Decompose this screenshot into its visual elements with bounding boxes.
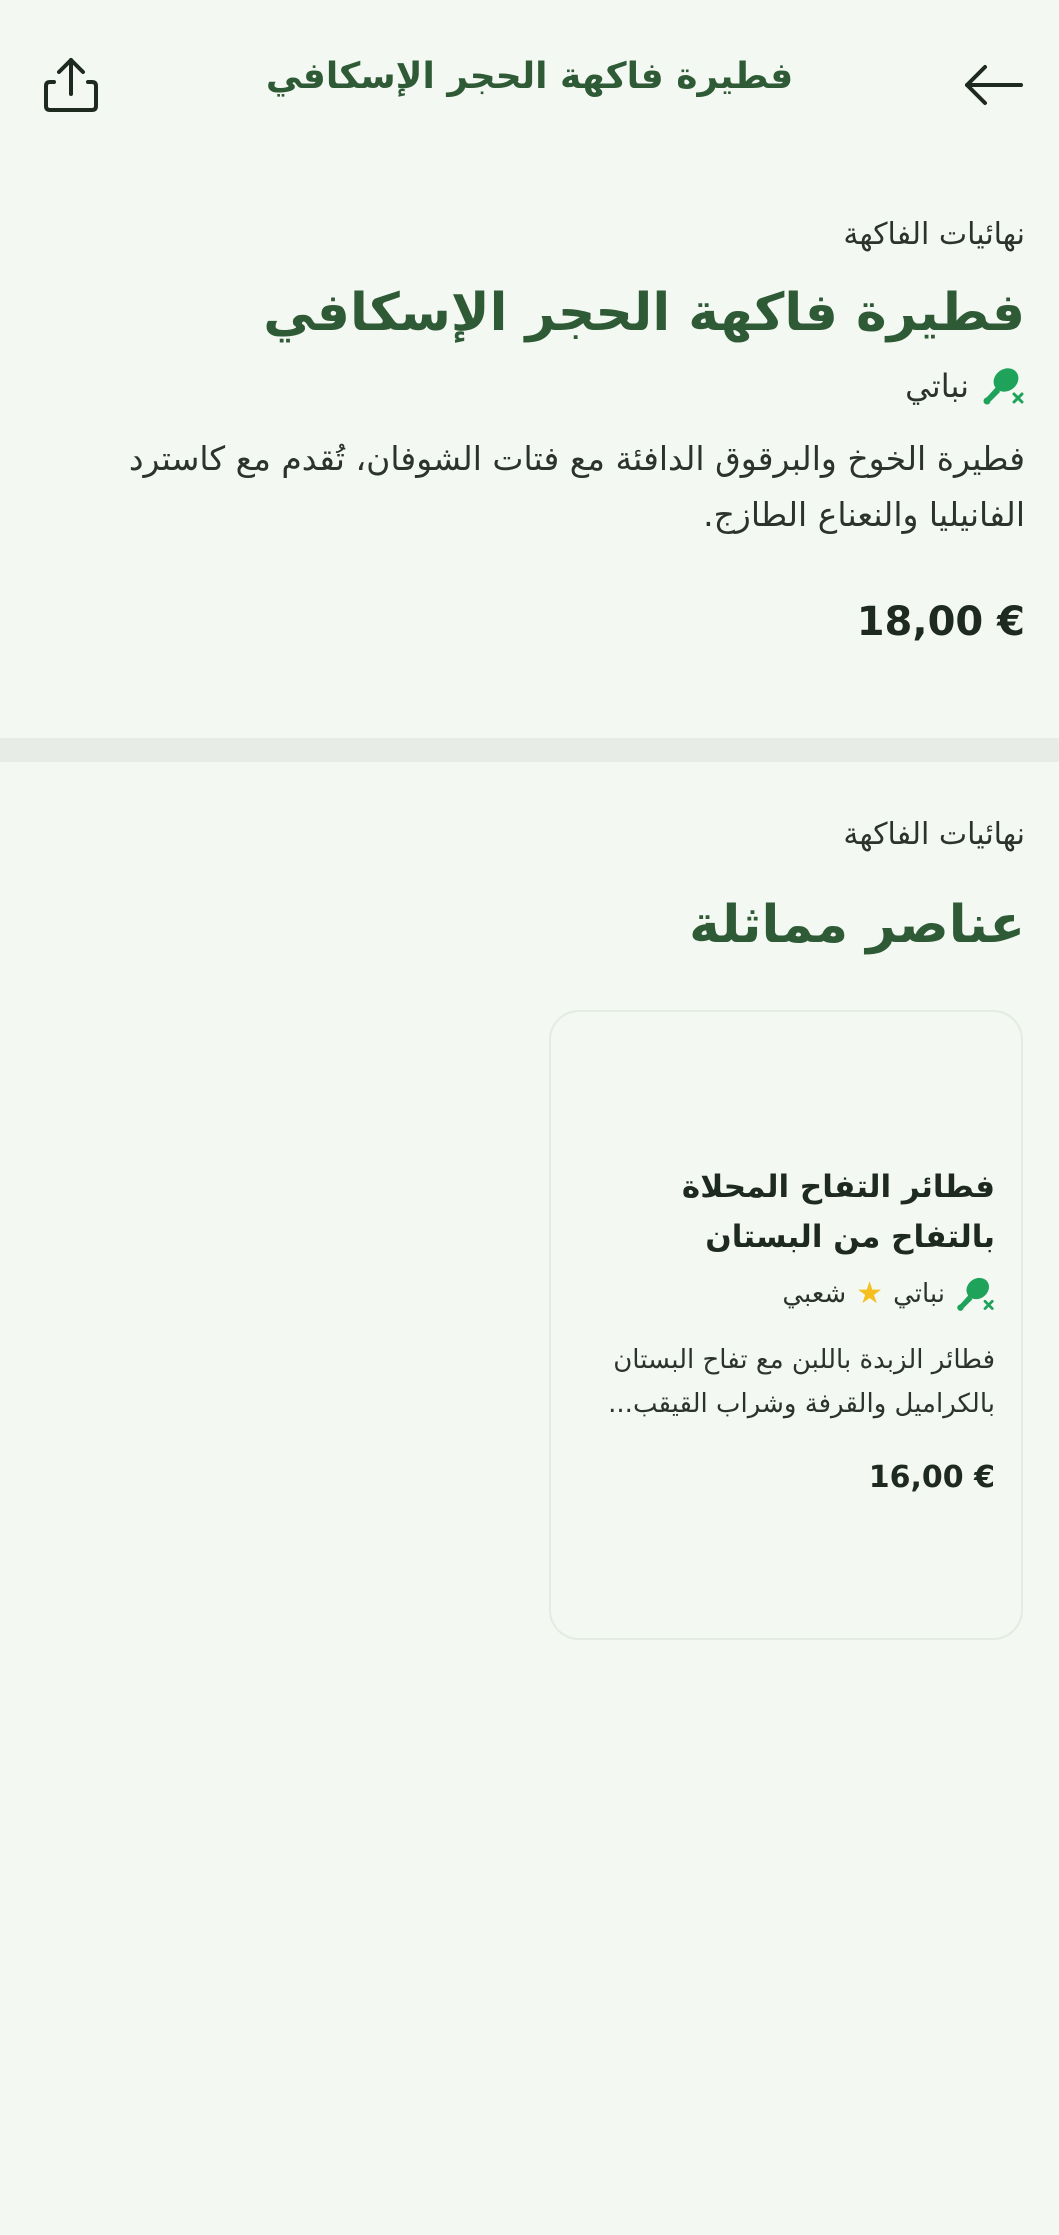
header-title: فطيرة فاكهة الحجر الإسكافي	[265, 56, 794, 97]
share-icon	[44, 58, 98, 112]
arrow-left-icon	[965, 65, 1023, 105]
vegan-drumstick-icon	[957, 1277, 994, 1311]
section-divider	[0, 738, 1059, 762]
card-title: فطائر التفاح المحلاة بالتفاح من البستان	[681, 1169, 995, 1255]
star-icon: ★	[856, 1276, 884, 1311]
similar-items-title: عناصر مماثلة	[689, 895, 1025, 955]
top-app-bar: فطيرة فاكهة الحجر الإسكافي	[0, 0, 1059, 170]
item-description: فطيرة الخوخ والبرقوق الدافئة مع فتات الش…	[128, 439, 1025, 534]
dietary-tags: نباتي	[34, 361, 1025, 411]
item-title: فطيرة فاكهة الحجر الإسكافي	[263, 283, 1025, 343]
back-button[interactable]	[949, 40, 1039, 130]
vegan-drumstick-icon	[983, 368, 1024, 405]
card-vegan-tag: نباتي	[893, 1279, 945, 1309]
vegan-tag-label: نباتي	[905, 367, 969, 405]
item-detail: نهائيات الفاكهة فطيرة فاكهة الحجر الإسكا…	[0, 215, 1059, 645]
item-category: نهائيات الفاكهة	[843, 217, 1025, 252]
share-button[interactable]	[26, 40, 116, 130]
card-tags: نباتي ★ شعبي	[577, 1272, 995, 1316]
item-price: 18,00 €	[856, 599, 1025, 645]
card-description: فطائر الزبدة باللبن مع تفاح البستان بالك…	[608, 1345, 995, 1419]
card-popular-tag: شعبي	[782, 1279, 847, 1309]
similar-items-section: نهائيات الفاكهة عناصر مماثلة	[0, 815, 1059, 959]
similar-item-card[interactable]: فطائر التفاح المحلاة بالتفاح من البستان …	[549, 1010, 1023, 1640]
similar-category: نهائيات الفاكهة	[843, 817, 1025, 852]
card-price: 16,00 €	[868, 1460, 995, 1495]
